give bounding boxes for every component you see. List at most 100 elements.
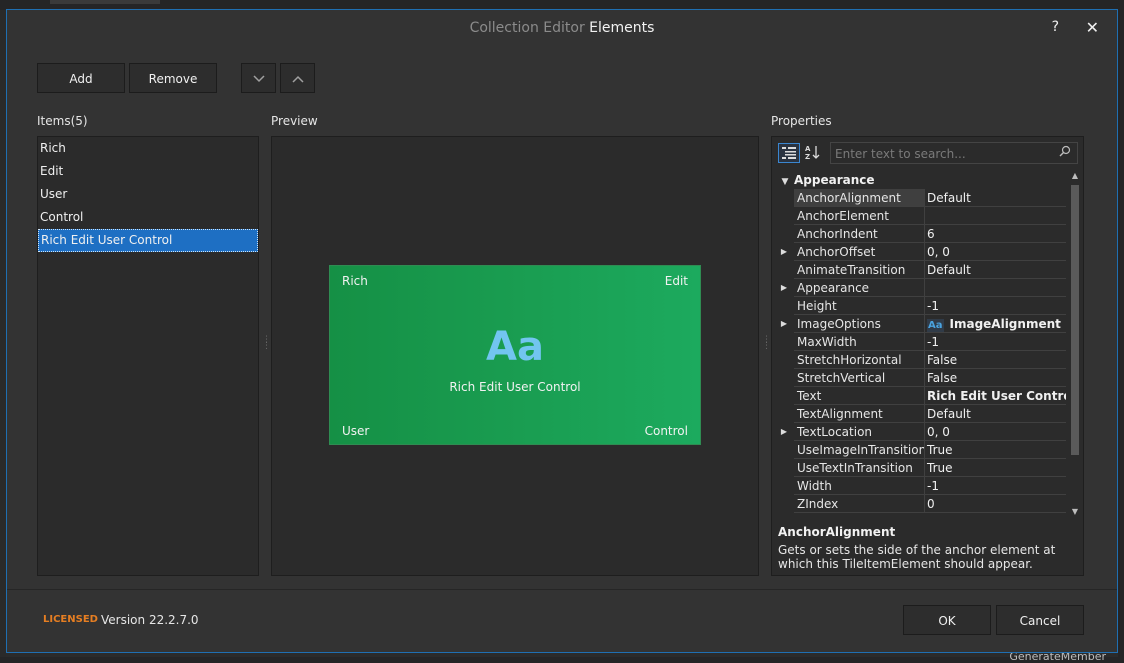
expand-arrow-icon[interactable]: ▶: [776, 279, 792, 297]
expand-arrow-icon[interactable]: ▶: [776, 243, 792, 261]
category-appearance[interactable]: ▼ Appearance: [776, 171, 875, 189]
property-row[interactable]: Width -1: [776, 477, 1066, 495]
property-row[interactable]: UseImageInTransition True: [776, 441, 1066, 459]
scroll-down-icon[interactable]: ▼: [1068, 507, 1082, 519]
property-value[interactable]: [924, 279, 1066, 297]
list-item[interactable]: User: [38, 183, 258, 206]
splitter-handle-left[interactable]: ⋮ ⋮: [262, 336, 271, 355]
property-row[interactable]: TextAlignment Default: [776, 405, 1066, 423]
property-value[interactable]: -1: [924, 477, 1066, 495]
categorized-icon[interactable]: [778, 143, 800, 163]
property-row[interactable]: ▶ Appearance: [776, 279, 1066, 297]
property-value-text: ImageAlignment =: [949, 317, 1067, 331]
property-value[interactable]: 0: [924, 495, 1066, 513]
list-item[interactable]: Control: [38, 206, 258, 229]
property-row[interactable]: AnchorAlignment Default: [776, 189, 1066, 207]
property-row[interactable]: ▶ ImageOptions Aa ImageAlignment =: [776, 315, 1066, 333]
tile-glyph: Aa: [486, 324, 544, 370]
licensed-badge: LICENSED: [43, 614, 98, 625]
property-name[interactable]: TextAlignment: [794, 405, 925, 423]
property-row[interactable]: Height -1: [776, 297, 1066, 315]
property-row[interactable]: StretchHorizontal False: [776, 351, 1066, 369]
list-item[interactable]: Edit: [38, 160, 258, 183]
property-name[interactable]: AnimateTransition: [794, 261, 925, 279]
property-name[interactable]: ImageOptions: [794, 315, 925, 333]
property-value[interactable]: -1: [924, 333, 1066, 351]
property-name[interactable]: Text: [794, 387, 925, 405]
dialog-titlebar: Collection Editor Elements ? ✕: [7, 10, 1117, 48]
property-name[interactable]: Height: [794, 297, 925, 315]
sort-az-icon[interactable]: AZ: [802, 143, 824, 163]
property-value[interactable]: Default: [924, 405, 1066, 423]
property-row[interactable]: ▶ AnchorOffset 0, 0: [776, 243, 1066, 261]
remove-button[interactable]: Remove: [129, 63, 217, 93]
property-name[interactable]: ZIndex: [794, 495, 925, 513]
property-value[interactable]: 0, 0: [924, 423, 1066, 441]
scroll-up-icon[interactable]: ▲: [1068, 171, 1082, 183]
svg-text:A: A: [805, 145, 811, 153]
property-row[interactable]: ▶ TextLocation 0, 0: [776, 423, 1066, 441]
property-row[interactable]: ZIndex 0: [776, 495, 1066, 513]
splitter-handle-right[interactable]: ⋮ ⋮: [762, 336, 771, 355]
property-name[interactable]: UseTextInTransition: [794, 459, 925, 477]
list-item[interactable]: Rich: [38, 137, 258, 160]
property-name[interactable]: StretchHorizontal: [794, 351, 925, 369]
property-value[interactable]: -1: [924, 297, 1066, 315]
property-value[interactable]: True: [924, 441, 1066, 459]
property-row[interactable]: AnchorElement: [776, 207, 1066, 225]
property-name[interactable]: TextLocation: [794, 423, 925, 441]
preview-label: Preview: [271, 114, 318, 128]
properties-toolbar: AZ: [772, 137, 1083, 171]
add-button[interactable]: Add: [37, 63, 125, 93]
property-value[interactable]: [924, 207, 1066, 225]
list-item-selected[interactable]: Rich Edit User Control: [38, 229, 258, 252]
properties-panel: AZ ▼Appearance AnchorAlignmentDefaultAnc…: [771, 136, 1084, 576]
cancel-button[interactable]: Cancel: [996, 605, 1084, 635]
dialog-title-name: Elements: [589, 20, 655, 36]
properties-search[interactable]: [830, 142, 1078, 164]
property-name[interactable]: StretchVertical: [794, 369, 925, 387]
property-value[interactable]: False: [924, 351, 1066, 369]
background-bottom-edge: GenerateMember: [0, 650, 1124, 663]
scroll-thumb[interactable]: [1071, 185, 1079, 455]
expand-arrow-icon[interactable]: ▶: [776, 423, 792, 441]
property-value[interactable]: False: [924, 369, 1066, 387]
collection-editor-dialog: Collection Editor Elements ? ✕ Add Remov…: [6, 9, 1118, 653]
properties-search-input[interactable]: [833, 144, 1057, 164]
tile-center-text: Rich Edit User Control: [449, 380, 581, 394]
help-button[interactable]: ?: [1052, 19, 1059, 35]
expand-arrow-icon[interactable]: ▶: [776, 315, 792, 333]
tile-top-left-text: Rich: [342, 274, 368, 288]
property-name[interactable]: MaxWidth: [794, 333, 925, 351]
property-value[interactable]: Default: [924, 189, 1066, 207]
property-value[interactable]: Aa ImageAlignment =: [924, 315, 1066, 333]
property-name[interactable]: Appearance: [794, 279, 925, 297]
property-row[interactable]: AnimateTransition Default: [776, 261, 1066, 279]
background-tab: [50, 0, 160, 4]
property-row[interactable]: MaxWidth -1: [776, 333, 1066, 351]
chevron-up-icon: [291, 75, 304, 83]
property-grid-scrollbar[interactable]: ▲ ▼: [1068, 171, 1082, 519]
property-name[interactable]: Width: [794, 477, 925, 495]
move-up-button[interactable]: [280, 63, 315, 93]
property-value[interactable]: 0, 0: [924, 243, 1066, 261]
dialog-title: Collection Editor Elements: [7, 20, 1117, 36]
property-row[interactable]: UseTextInTransition True: [776, 459, 1066, 477]
property-value[interactable]: 6: [924, 225, 1066, 243]
property-name[interactable]: AnchorIndent: [794, 225, 925, 243]
close-button[interactable]: ✕: [1086, 18, 1099, 37]
property-row[interactable]: StretchVertical False: [776, 369, 1066, 387]
items-list[interactable]: Rich Edit User Control Rich Edit User Co…: [37, 136, 259, 576]
property-value[interactable]: Default: [924, 261, 1066, 279]
ok-button[interactable]: OK: [903, 605, 991, 635]
property-row[interactable]: AnchorIndent 6: [776, 225, 1066, 243]
property-name[interactable]: AnchorOffset: [794, 243, 925, 261]
property-value[interactable]: Rich Edit User Control: [924, 387, 1066, 405]
property-name[interactable]: AnchorAlignment: [794, 189, 925, 207]
move-down-button[interactable]: [241, 63, 276, 93]
property-name[interactable]: AnchorElement: [794, 207, 925, 225]
properties-label: Properties: [771, 114, 832, 128]
property-row[interactable]: Text Rich Edit User Control: [776, 387, 1066, 405]
property-value[interactable]: True: [924, 459, 1066, 477]
property-name[interactable]: UseImageInTransition: [794, 441, 925, 459]
